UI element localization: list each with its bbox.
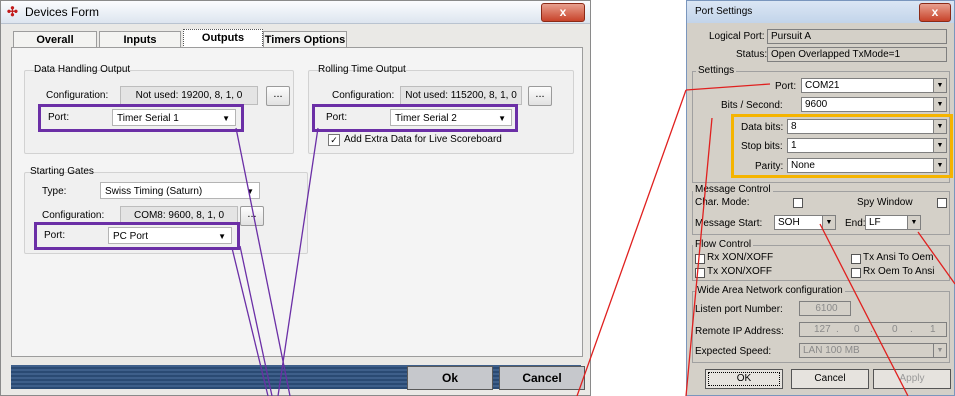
annotation-lines <box>231 83 955 396</box>
purple-connector-line <box>239 245 273 396</box>
red-connector-line <box>685 83 771 91</box>
red-connector-line <box>576 89 687 396</box>
red-connector-line <box>685 117 713 396</box>
red-connector-line <box>917 231 955 285</box>
purple-connector-line <box>231 247 269 396</box>
purple-connector-line <box>277 127 319 396</box>
red-connector-line <box>819 223 909 396</box>
